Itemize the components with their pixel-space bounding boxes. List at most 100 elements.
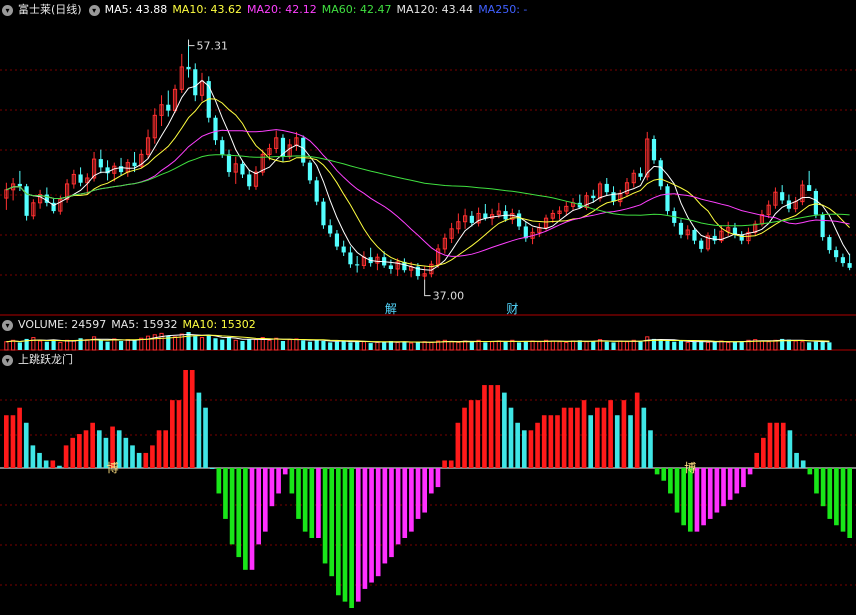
- indicator-bar: [661, 468, 667, 481]
- indicator-bar: [787, 430, 793, 468]
- volume-bar: [206, 335, 211, 350]
- candle-body: [813, 191, 818, 215]
- volume-bar: [172, 336, 178, 351]
- volume-bar: [793, 340, 798, 351]
- low-price-label: 37.00: [433, 290, 465, 303]
- candle-body: [820, 214, 825, 238]
- volume-bar: [145, 335, 151, 351]
- candle-body: [226, 154, 232, 173]
- indicator-bar: [621, 400, 627, 468]
- indicator-bar: [495, 385, 501, 468]
- indicator-bar: [223, 468, 228, 519]
- indicator-bar: [541, 415, 547, 468]
- indicator-bar: [276, 468, 281, 494]
- indicator-bar: [641, 407, 647, 468]
- indicator-bar: [707, 468, 713, 519]
- extreme-pointer: [188, 39, 195, 47]
- volume-bar: [159, 332, 164, 351]
- volume-header: ▾ VOLUME: 24597 MA5: 15932 MA10: 15302: [0, 317, 256, 333]
- signal-marker: 博: [684, 460, 696, 475]
- indicator-bar: [508, 407, 514, 468]
- candle-body: [314, 180, 319, 202]
- candle-body: [651, 139, 657, 161]
- volume-bar: [449, 341, 454, 351]
- volume-bar: [402, 341, 407, 350]
- candle-body: [132, 162, 137, 167]
- indicator-bar: [521, 430, 527, 468]
- volume-bar: [395, 341, 400, 351]
- volume-bar: [766, 341, 771, 351]
- volume-bar: [247, 338, 252, 350]
- indicator-bar: [807, 468, 813, 475]
- indicator-bar: [37, 452, 42, 468]
- candle-body: [118, 166, 124, 173]
- chevron-down-circle-icon[interactable]: ▾: [2, 319, 13, 331]
- volume-bar: [584, 341, 589, 351]
- volume-bar: [564, 341, 569, 351]
- volume-bar: [58, 341, 63, 351]
- indicator-bar: [814, 468, 819, 494]
- volume-bar: [489, 341, 495, 351]
- indicator-bar: [30, 445, 36, 468]
- candle-body: [24, 186, 29, 216]
- candle-body: [604, 183, 609, 193]
- volume-legend-ma10: MA10: 15302: [182, 318, 256, 331]
- volume-bar: [678, 341, 684, 350]
- indicator-bar: [634, 392, 640, 468]
- volume-bar: [739, 341, 744, 350]
- indicator-bar: [170, 400, 175, 468]
- indicator-bar: [694, 468, 700, 532]
- indicator-title: 上跳跃龙门: [18, 353, 73, 366]
- indicator-bar: [422, 468, 428, 513]
- settings-circle-icon[interactable]: ▾: [88, 4, 100, 16]
- volume-bar: [463, 340, 468, 351]
- indicator-bar: [595, 407, 600, 468]
- legend-ma60: MA60: 42.47: [321, 3, 392, 16]
- candle-body: [780, 192, 785, 201]
- volume-bar: [375, 341, 380, 351]
- chevron-down-circle-icon[interactable]: ▾: [2, 354, 13, 366]
- indicator-bar: [780, 422, 786, 468]
- candle-body: [348, 252, 353, 265]
- indicator-bar: [827, 468, 833, 519]
- indicator-bar: [189, 370, 195, 468]
- indicator-bar: [462, 407, 467, 468]
- indicator-bar: [342, 468, 348, 602]
- volume-bar: [105, 341, 110, 350]
- candle-body: [591, 195, 596, 199]
- candle-body: [220, 140, 225, 155]
- indicator-bar: [362, 468, 368, 589]
- volume-bar: [38, 340, 43, 351]
- candle-body: [692, 230, 697, 241]
- volume-bar: [712, 341, 717, 350]
- legend-ma20: MA20: 42.12: [247, 3, 317, 16]
- candle-body: [665, 186, 670, 212]
- indicator-bar: [282, 468, 288, 475]
- indicator-bar: [475, 400, 481, 468]
- volume-bar: [193, 336, 198, 350]
- volume-bar: [692, 341, 697, 350]
- indicator-bar: [628, 415, 633, 468]
- indicator-bar: [369, 468, 374, 583]
- volume-bar: [280, 341, 286, 350]
- volume-bar: [658, 340, 663, 350]
- indicator-bar: [136, 452, 142, 468]
- candle-body: [611, 192, 616, 202]
- candle-body: [840, 257, 845, 264]
- indicator-bar: [236, 468, 242, 558]
- candle-body: [17, 183, 22, 187]
- candle-body: [193, 69, 198, 96]
- indicator-bar: [528, 430, 534, 468]
- indicator-bar: [289, 468, 295, 494]
- indicator-bar: [482, 385, 487, 468]
- candle-body: [334, 233, 340, 247]
- indicator-bar: [395, 468, 401, 545]
- volume-bar: [355, 341, 360, 350]
- indicator-bar: [535, 422, 540, 468]
- volume-bar: [307, 341, 313, 350]
- volume-bar: [672, 341, 677, 350]
- chevron-down-circle-icon[interactable]: ▾: [2, 4, 13, 16]
- indicator-bar: [316, 468, 321, 538]
- volume-bar: [233, 339, 238, 351]
- indicator-bar: [176, 400, 182, 468]
